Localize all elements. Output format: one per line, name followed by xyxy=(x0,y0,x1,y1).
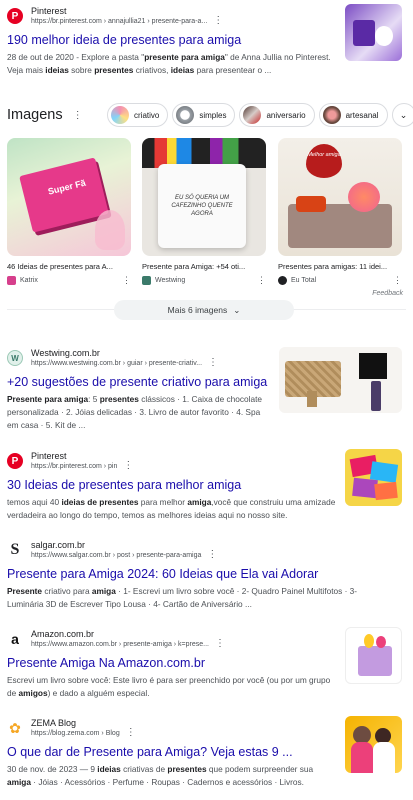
result-url[interactable]: https://www.salgar.com.br › post › prese… xyxy=(31,550,217,560)
image-source: Westwing xyxy=(155,277,186,284)
result-source-name: Pinterest xyxy=(31,6,67,16)
westwing-favicon-icon: W xyxy=(7,350,23,366)
result-thumbnail[interactable] xyxy=(345,4,402,61)
image-caption[interactable]: 46 Ideias de presentes para A... xyxy=(7,262,131,271)
image-thumbnail[interactable]: EU SÓ QUERIA UM CAFEZINHO QUENTE AGORA xyxy=(142,138,266,256)
chip-thumbnail-icon xyxy=(243,106,262,124)
result-thumbnail[interactable] xyxy=(345,449,402,506)
image-caption[interactable]: Presentes para amigas: 11 idei... xyxy=(278,262,402,271)
image-thumbnail[interactable]: Melhor amiga xyxy=(278,138,402,256)
more-images-label: Mais 6 imagens xyxy=(167,305,228,315)
more-options-icon[interactable]: ⋮ xyxy=(213,15,223,26)
katrix-logo-icon xyxy=(7,276,16,285)
chevron-down-icon[interactable]: ⌄ xyxy=(391,103,413,127)
more-options-icon[interactable]: ⋮ xyxy=(208,357,218,368)
pinterest-favicon-icon: P xyxy=(7,453,23,469)
chip-label: artesanal xyxy=(345,110,379,120)
image-card[interactable]: Melhor amiga Presentes para amigas: 11 i… xyxy=(278,138,402,286)
result-url[interactable]: https://www.amazon.com.br › presente-ami… xyxy=(31,639,225,649)
chip-thumbnail-icon xyxy=(322,106,341,124)
result-snippet: Presente para amiga: 5 presentes clássic… xyxy=(7,394,263,431)
chip-criativo[interactable]: criativo xyxy=(107,103,169,127)
image-card[interactable]: EU SÓ QUERIA UM CAFEZINHO QUENTE AGORA P… xyxy=(142,138,266,286)
more-options-icon[interactable]: ⋮ xyxy=(215,638,225,649)
chip-artesanal[interactable]: artesanal xyxy=(318,103,388,127)
chip-simples[interactable]: simples xyxy=(172,103,236,127)
result-source-name: Pinterest xyxy=(31,451,67,461)
images-section-header: Imagens ⋮ criativo simples aniversario a… xyxy=(7,102,413,128)
chip-aniversario[interactable]: aniversario xyxy=(239,103,315,127)
result-url[interactable]: https://br.pinterest.com › annajullia21 … xyxy=(31,16,223,26)
result-snippet: 30 de nov. de 2023 — 9 ideias criativas … xyxy=(7,764,314,788)
chip-label: simples xyxy=(199,110,227,120)
image-source: Eu Total xyxy=(291,277,317,284)
eu-total-logo-icon xyxy=(278,276,287,285)
result-title-link[interactable]: Presente para Amiga 2024: 60 Ideias que … xyxy=(7,567,406,581)
filter-chips: criativo simples aniversario artesanal ⌄ xyxy=(107,103,413,127)
result-source-name: Amazon.com.br xyxy=(31,629,95,639)
chip-thumbnail-icon xyxy=(176,106,195,124)
more-options-icon[interactable]: ⋮ xyxy=(123,460,133,471)
images-heading: Imagens xyxy=(7,107,63,123)
result-thumbnail[interactable] xyxy=(345,716,402,773)
pinterest-favicon-icon: P xyxy=(7,8,23,24)
result-thumbnail[interactable] xyxy=(345,627,402,684)
photo-lettering: EU SÓ QUERIA UM CAFEZINHO QUENTE AGORA xyxy=(171,195,233,217)
chip-thumbnail-icon xyxy=(111,106,129,124)
image-caption[interactable]: Presente para Amiga: +54 oti... xyxy=(142,262,266,271)
result-source-name: salgar.com.br xyxy=(31,540,86,550)
image-source: Katrix xyxy=(20,277,38,284)
result-source-name: ZEMA Blog xyxy=(31,718,77,728)
more-options-icon[interactable]: ⋮ xyxy=(393,275,402,286)
more-options-icon[interactable]: ⋮ xyxy=(122,275,131,286)
more-options-icon[interactable]: ⋮ xyxy=(257,275,266,286)
result-url[interactable]: https://blog.zema.com › Blog ⋮ xyxy=(31,728,136,738)
more-images-button[interactable]: Mais 6 imagens ⌄ xyxy=(114,300,294,320)
image-thumbnail[interactable]: Super Fã xyxy=(7,138,131,256)
feedback-link[interactable]: Feedback xyxy=(372,290,403,297)
amazon-favicon-icon: a xyxy=(11,631,19,647)
result-snippet: temos aqui 40 ideias de presentes para m… xyxy=(7,497,336,521)
result-url[interactable]: https://br.pinterest.com › pin ⋮ xyxy=(31,461,133,471)
result-snippet: 28 de out de 2020 - Explore a pasta "pre… xyxy=(7,52,331,76)
result-snippet: Presente criativo para amiga · 1- Escrev… xyxy=(7,586,358,610)
salgar-favicon-icon: S xyxy=(10,541,20,558)
images-options-icon[interactable]: ⋮ xyxy=(73,110,83,121)
chip-label: criativo xyxy=(134,110,160,120)
more-options-icon[interactable]: ⋮ xyxy=(126,727,136,738)
result-source-name: Westwing.com.br xyxy=(31,348,100,358)
zema-favicon-icon: ✿ xyxy=(9,720,21,736)
chevron-down-icon: ⌄ xyxy=(233,304,241,315)
search-result: S salgar.com.br https://www.salgar.com.b… xyxy=(7,540,406,611)
westwing-logo-icon xyxy=(142,276,151,285)
result-thumbnail[interactable] xyxy=(279,347,402,413)
photo-lettering: Melhor amiga xyxy=(307,152,341,158)
result-url[interactable]: https://www.westwing.com.br › guiar › pr… xyxy=(31,358,218,368)
more-options-icon[interactable]: ⋮ xyxy=(207,549,217,560)
result-snippet: Escrevi um livro sobre você: Este livro … xyxy=(7,675,331,699)
image-card[interactable]: Super Fã 46 Ideias de presentes para A..… xyxy=(7,138,131,286)
chip-label: aniversario xyxy=(266,110,306,120)
